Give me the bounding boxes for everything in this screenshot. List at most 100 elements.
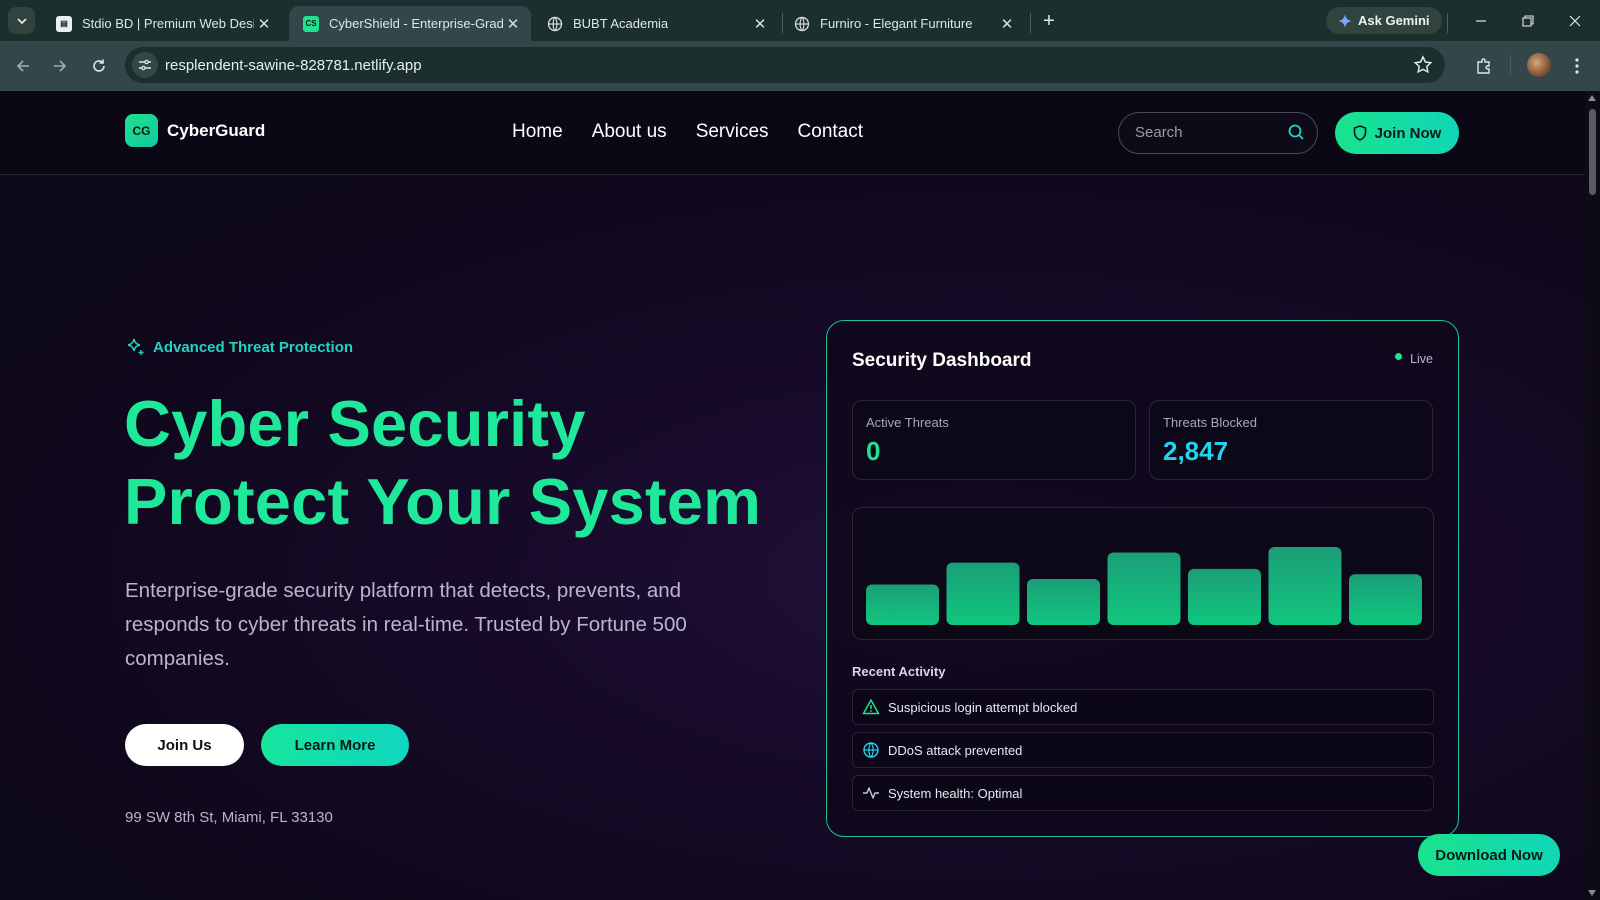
stat-value: 0 — [866, 436, 881, 466]
new-tab-button[interactable]: + — [1038, 10, 1060, 32]
tab-bubt-academia[interactable]: BUBT Academia ✕ — [533, 6, 778, 41]
chart-bar — [866, 584, 939, 625]
toolbar-separator — [1510, 55, 1511, 75]
scrollbar-thumb[interactable] — [1589, 109, 1596, 195]
learn-more-button[interactable]: Learn More — [261, 724, 409, 766]
chart-bar — [1027, 578, 1100, 625]
nav-services[interactable]: Services — [696, 121, 769, 143]
close-icon[interactable]: ✕ — [750, 14, 770, 34]
stat-label: Active Threats — [866, 415, 949, 430]
chart-bar — [1107, 552, 1181, 625]
chart-bar — [1188, 568, 1261, 625]
join-now-button[interactable]: Join Now — [1335, 112, 1459, 154]
profile-avatar[interactable] — [1527, 53, 1551, 77]
live-indicator: Live — [1395, 352, 1433, 366]
bookmark-star-icon[interactable] — [1413, 55, 1433, 75]
browser-toolbar: resplendent-sawine-828781.netlify.app — [0, 41, 1600, 91]
nav-home[interactable]: Home — [512, 121, 563, 143]
arrow-left-icon — [16, 60, 29, 72]
logo-badge: CG — [125, 114, 158, 147]
brand-name: CyberGuard — [167, 120, 266, 140]
hero-title-line-1: Cyber Security — [124, 387, 586, 460]
reload-icon — [93, 59, 105, 72]
search-icon[interactable] — [1287, 123, 1305, 141]
stat-active-threats: Active Threats 0 — [852, 400, 1136, 480]
tab-title: Stdio BD | Premium Web Design — [82, 16, 254, 31]
reload-button[interactable] — [86, 53, 112, 79]
tab-title: BUBT Academia — [573, 16, 669, 31]
close-window-button[interactable] — [1562, 8, 1588, 34]
tab-stdio-bd[interactable]: ▤ Stdio BD | Premium Web Design ✕ — [42, 6, 282, 41]
tab-furniro[interactable]: Furniro - Elegant Furniture ✕ — [780, 6, 1025, 41]
tab-title: CyberShield - Enterprise-Grade — [329, 16, 503, 31]
close-icon[interactable]: ✕ — [997, 14, 1017, 34]
search-input[interactable] — [1135, 124, 1275, 141]
tab-separator — [1447, 13, 1448, 33]
more-vertical-icon — [1575, 58, 1579, 74]
tab-favicon-icon: ▤ — [56, 15, 72, 32]
nav-contact[interactable]: Contact — [798, 121, 863, 143]
close-icon[interactable]: ✕ — [503, 14, 523, 34]
activity-icon — [863, 787, 879, 799]
globe-icon — [794, 16, 810, 31]
gemini-sparkle-icon — [1338, 13, 1352, 28]
site-info-button[interactable] — [132, 52, 158, 78]
globe-icon — [547, 16, 563, 31]
activity-text: System health: Optimal — [888, 785, 1023, 801]
extensions-button[interactable] — [1471, 53, 1497, 79]
hero-description: Enterprise-grade security platform that … — [125, 579, 687, 670]
chart-bar — [1349, 574, 1422, 625]
browser-menu-button[interactable] — [1564, 53, 1590, 79]
activity-text: Suspicious login attempt blocked — [888, 699, 1078, 715]
activity-item: Suspicious login attempt blocked — [852, 689, 1434, 725]
download-now-button[interactable]: Download Now — [1418, 834, 1560, 876]
scroll-down-arrow-icon[interactable] — [1588, 890, 1596, 896]
join-now-label: Join Now — [1374, 124, 1442, 142]
globe-icon — [863, 742, 879, 758]
stat-value: 2,847 — [1163, 436, 1229, 466]
live-dot-icon — [1395, 352, 1403, 360]
tune-icon — [139, 59, 151, 71]
join-us-button[interactable]: Join Us — [125, 724, 244, 766]
security-dashboard-card: Security Dashboard Live Active Threats 0… — [826, 320, 1459, 837]
address-text: 99 SW 8th St, Miami, FL 33130 — [125, 809, 333, 826]
arrow-right-icon — [54, 60, 67, 72]
ask-gemini-label: Ask Gemini — [1358, 13, 1430, 28]
hero-badge: Advanced Threat Protection — [125, 337, 353, 357]
ask-gemini-button[interactable]: Ask Gemini — [1326, 7, 1442, 34]
sparkles-icon — [127, 338, 144, 355]
restore-button[interactable] — [1515, 8, 1541, 34]
activity-bar-chart — [852, 507, 1434, 640]
site-header: CG CyberGuard Home About us Services Con… — [0, 91, 1585, 175]
recent-activity-title: Recent Activity — [852, 664, 946, 679]
nav-about-us[interactable]: About us — [592, 121, 667, 143]
address-bar[interactable]: resplendent-sawine-828781.netlify.app — [125, 47, 1445, 83]
stat-threats-blocked: Threats Blocked 2,847 — [1149, 400, 1433, 480]
hero-title-line-2: Protect Your System — [124, 465, 762, 538]
tab-cybershield[interactable]: CS CyberShield - Enterprise-Grade ✕ — [289, 6, 531, 41]
minimize-button[interactable] — [1468, 8, 1494, 34]
search-box — [1118, 112, 1318, 154]
back-button[interactable] — [10, 53, 36, 79]
url-text[interactable]: resplendent-sawine-828781.netlify.app — [165, 57, 422, 74]
chevron-down-icon — [16, 17, 27, 24]
close-icon[interactable]: ✕ — [254, 14, 274, 34]
chart-bar — [946, 562, 1020, 625]
puzzle-icon — [1477, 58, 1490, 74]
restore-icon — [1522, 15, 1534, 27]
activity-text: DDoS attack prevented — [888, 742, 1023, 758]
shield-icon — [1353, 125, 1366, 141]
scroll-up-arrow-icon[interactable] — [1588, 95, 1596, 101]
page-scrollbar[interactable] — [1585, 91, 1600, 900]
activity-item: System health: Optimal — [852, 775, 1434, 811]
tab-title: Furniro - Elegant Furniture — [820, 16, 973, 31]
main-nav: Home About us Services Contact — [512, 121, 863, 143]
close-icon — [1569, 15, 1581, 27]
brand-logo[interactable]: CG CyberGuard — [125, 114, 265, 147]
chart-bar — [1268, 547, 1342, 625]
bar-chart-svg — [866, 547, 1422, 625]
hero-title: Cyber Security Protect Your System — [124, 385, 761, 541]
stat-label: Threats Blocked — [1163, 415, 1257, 430]
tab-search-button[interactable] — [8, 7, 35, 34]
forward-button[interactable] — [47, 53, 73, 79]
